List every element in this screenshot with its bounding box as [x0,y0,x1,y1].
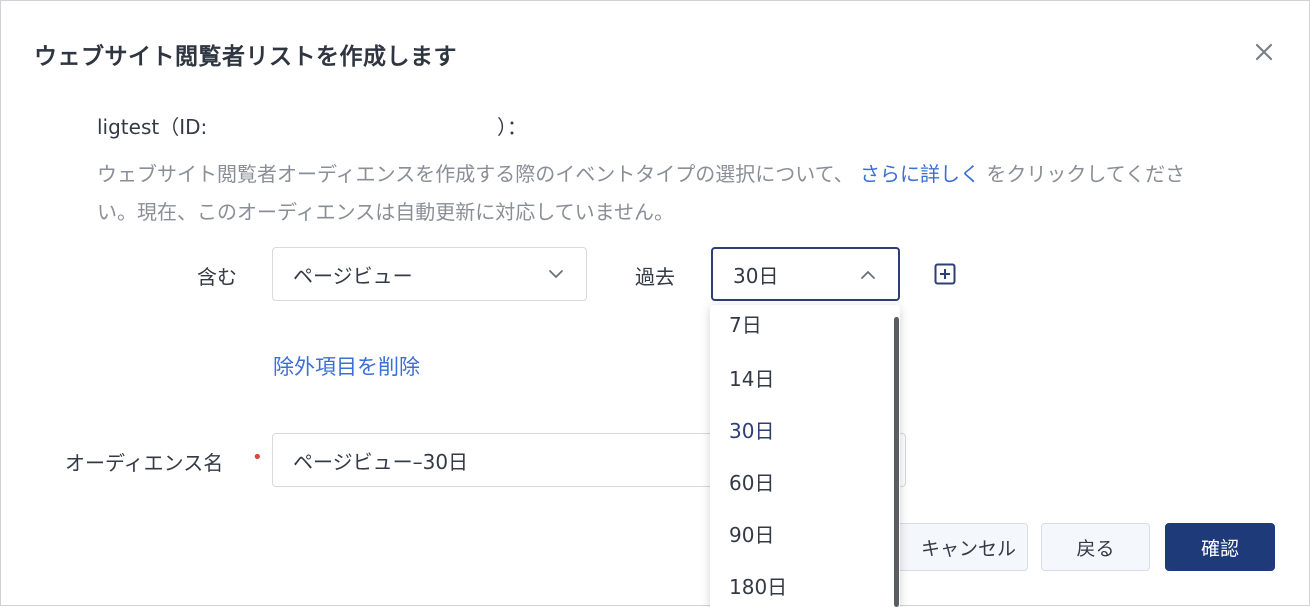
description-text: ウェブサイト閲覧者オーディエンスを作成する際のイベントタイプの選択について、 [97,162,854,186]
period-option[interactable]: 180日 [729,571,787,600]
account-id-close: ）： [497,115,527,139]
back-button[interactable]: 戻る [1041,523,1150,571]
confirm-button[interactable]: 確認 [1165,523,1275,571]
period-value: 30日 [733,263,779,288]
add-rule-icon[interactable] [934,263,956,285]
description: ウェブサイト閲覧者オーディエンスを作成する際のイベントタイプの選択について、 さ… [97,155,1207,231]
required-mark: • [252,447,263,468]
remove-exclusion-link[interactable]: 除外項目を削除 [273,351,420,381]
audience-name-value: ページビュー–30日 [293,449,469,474]
period-label: 過去 [635,265,675,289]
account-name: ligtest（ID: [97,115,208,139]
event-type-value: ページビュー [293,263,413,288]
period-option[interactable]: 14日 [729,363,774,392]
audience-name-label: オーディエンス名 [65,451,224,475]
dropdown-scrollbar[interactable] [894,317,899,607]
event-type-select[interactable]: ページビュー [272,247,587,301]
period-option-selected[interactable]: 30日 [729,415,774,444]
chevron-down-icon [549,270,563,278]
period-select[interactable]: 30日 [711,247,900,301]
account-info: ligtest（ID: ）： [97,111,527,140]
dialog-title: ウェブサイト閲覧者リストを作成します [34,44,457,70]
learn-more-link[interactable]: さらに詳しく [860,162,980,186]
include-label: 含む [197,265,237,289]
dialog: ウェブサイト閲覧者リストを作成します ligtest（ID: ）： ウェブサイト… [0,0,1310,607]
period-dropdown: 7日 14日 30日 60日 90日 180日 [710,305,900,607]
close-icon[interactable] [1251,39,1277,65]
period-option[interactable]: 7日 [729,309,762,338]
period-option[interactable]: 60日 [729,467,774,496]
period-option[interactable]: 90日 [729,519,774,548]
chevron-up-icon [861,271,875,279]
